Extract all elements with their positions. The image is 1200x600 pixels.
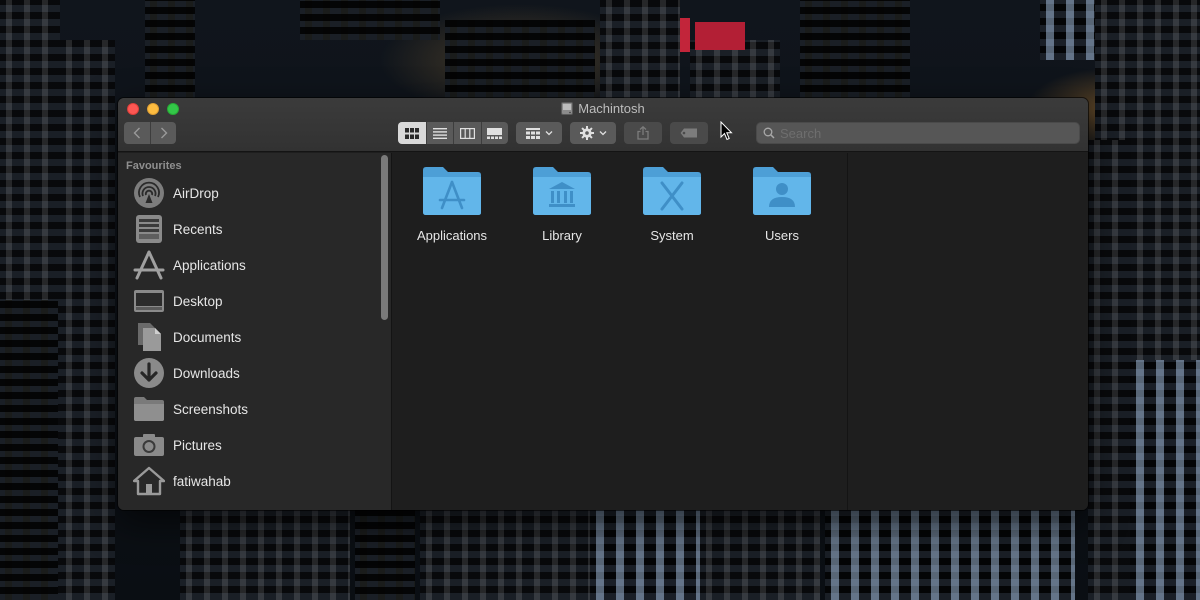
search-input[interactable]: [780, 125, 1079, 141]
window-title-text: Machintosh: [578, 101, 645, 116]
column-view-button[interactable]: [453, 122, 481, 144]
file-name: Users: [765, 228, 799, 243]
sidebar-item-label: Screenshots: [173, 401, 249, 417]
list-icon: [432, 127, 447, 139]
gallery-view-button[interactable]: [480, 122, 509, 144]
camera-icon: [132, 428, 166, 462]
share-button[interactable]: [624, 122, 662, 144]
chevron-down-icon: [599, 131, 606, 136]
sidebar-item-label: fatiwahab: [173, 473, 231, 489]
sidebar-item-recents[interactable]: Recents: [132, 212, 372, 246]
hard-disk-icon: [561, 102, 574, 115]
sidebar-item-label: Documents: [173, 329, 242, 345]
sidebar-item-label: Downloads: [173, 365, 240, 381]
home-icon: [132, 464, 166, 498]
sidebar-item-label: AirDrop: [173, 185, 219, 201]
window-title: Machintosh: [118, 101, 1088, 117]
tags-button[interactable]: [670, 122, 708, 144]
chevron-left-icon: [133, 127, 140, 139]
chevron-down-icon: [545, 131, 552, 136]
group-grid-icon: [525, 127, 540, 139]
list-view-button[interactable]: [425, 122, 454, 144]
applications-folder-icon: [423, 167, 481, 215]
file-item-library[interactable]: Library: [512, 165, 612, 243]
sidebar-item-label: Applications: [173, 257, 246, 273]
share-icon: [637, 126, 649, 140]
sidebar-item-label: Pictures: [173, 437, 222, 453]
sidebar-item-label: Recents: [173, 221, 223, 237]
chevron-right-icon: [160, 127, 167, 139]
downloads-icon: [132, 356, 166, 390]
documents-icon: [132, 320, 166, 354]
finder-window: Machintosh Search Favourites AirDrop Rec…: [118, 98, 1088, 510]
sidebar-item-desktop[interactable]: Desktop: [132, 284, 372, 318]
icon-view-button[interactable]: [398, 122, 426, 144]
view-mode-control: [398, 122, 508, 144]
back-button[interactable]: [124, 122, 150, 144]
users-folder-icon: [753, 167, 811, 215]
sidebar-section-heading: Favourites: [126, 160, 182, 172]
search-field[interactable]: [756, 122, 1080, 144]
mouse-cursor-icon: [720, 121, 733, 141]
sidebar-item-documents[interactable]: Documents: [132, 320, 372, 354]
tag-icon: [680, 128, 697, 138]
sidebar-item-pictures[interactable]: Pictures: [132, 428, 372, 462]
file-item-system[interactable]: System: [622, 165, 722, 243]
airdrop-icon: [132, 176, 166, 210]
group-by-button[interactable]: [516, 122, 562, 144]
sidebar-item-downloads[interactable]: Downloads: [132, 356, 372, 390]
sidebar-item-home[interactable]: fatiwahab: [132, 464, 372, 498]
library-folder-icon: [533, 167, 591, 215]
preview-pane: [847, 153, 1088, 510]
action-menu-button[interactable]: [570, 122, 616, 144]
sidebar-item-label: Desktop: [173, 293, 223, 309]
file-item-applications[interactable]: Applications: [402, 165, 502, 243]
file-name: Library: [542, 228, 582, 243]
forward-button[interactable]: [150, 122, 176, 144]
search-icon: [763, 127, 775, 139]
gallery-icon: [487, 127, 503, 139]
sidebar-scroll-thumb[interactable]: [381, 155, 388, 320]
icon-grid-icon: [404, 127, 419, 139]
sidebar-item-airdrop[interactable]: AirDrop: [132, 176, 372, 210]
title-bar[interactable]: Machintosh: [118, 98, 1088, 152]
back-forward-group: [124, 122, 176, 144]
sidebar: Favourites AirDrop Recents Applications …: [118, 153, 392, 510]
system-folder-icon: [643, 167, 701, 215]
sidebar-scrollbar[interactable]: [380, 155, 389, 508]
file-list-area[interactable]: Applications Library System Users: [393, 153, 846, 510]
folder-icon: [132, 392, 166, 426]
sidebar-item-applications[interactable]: Applications: [132, 248, 372, 282]
file-name: Applications: [416, 228, 488, 243]
gear-icon: [579, 126, 594, 140]
columns-icon: [459, 127, 475, 139]
recents-icon: [132, 212, 166, 246]
desktop-icon: [132, 284, 166, 318]
file-name: System: [650, 228, 694, 243]
sidebar-item-screenshots[interactable]: Screenshots: [132, 392, 372, 426]
file-item-users[interactable]: Users: [732, 165, 832, 243]
applications-icon: [132, 248, 166, 282]
